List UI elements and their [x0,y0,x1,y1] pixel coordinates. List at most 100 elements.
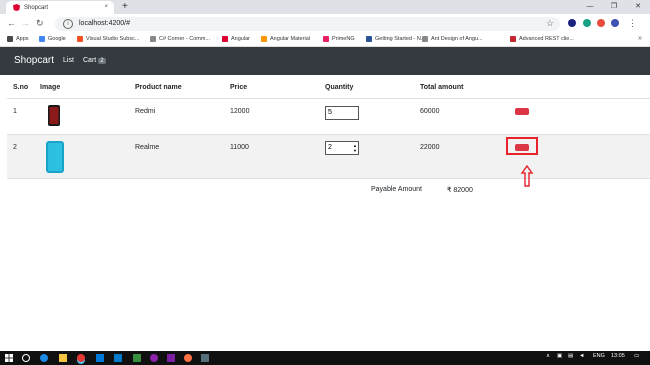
quantity-value: 5 [328,109,332,116]
vscode-icon[interactable] [114,354,122,362]
bookmark-favicon-icon [222,36,228,42]
firefox-icon[interactable] [184,354,192,362]
bookmark-favicon-icon [422,36,428,42]
app-navbar: Shopcart List Cart 2 [0,47,650,75]
bookmark-favicon-icon [150,36,156,42]
forward-icon[interactable]: → [21,18,30,28]
bookmark-label: Ant Design of Angu... [431,36,483,42]
bookmark-item[interactable]: Angular Material [261,36,310,42]
nav-cart-link[interactable]: Cart 2 [83,57,106,64]
payable-amount-value: ₹ 82000 [447,187,473,194]
bookmark-label: Google [48,36,66,42]
back-icon[interactable]: ← [7,18,16,28]
extension-icon[interactable] [597,19,605,27]
taskbar: ∧ ▣ ▤ ◄ ENG 13:05 ▭ [0,351,650,365]
quantity-input[interactable]: 2 ▲ ▼ [325,141,359,155]
maximize-button[interactable]: ❐ [602,0,626,14]
bookmark-item[interactable]: Advanced REST clie... [510,36,574,42]
search-icon[interactable] [22,354,30,362]
header-total-amount: Total amount [420,84,464,91]
close-window-button[interactable]: ✕ [626,0,650,14]
visual-studio-icon[interactable] [167,354,175,362]
row-sno: 2 [13,144,17,151]
edge-icon[interactable] [40,354,48,362]
payable-amount-label: Payable Amount [371,186,422,193]
divider [7,98,650,99]
reload-icon[interactable]: ↻ [36,18,44,29]
bookmark-item[interactable]: Getting Started - N... [366,36,425,42]
store-icon[interactable] [96,354,104,362]
tray-chevron-icon[interactable]: ∧ [546,353,550,359]
file-explorer-icon[interactable] [59,354,67,362]
bookmark-item[interactable]: Apps [7,36,29,42]
bookmark-item[interactable]: C# Corner - Comm... [150,36,210,42]
profile-avatar[interactable] [611,19,619,27]
new-tab-button[interactable]: + [122,1,128,13]
highlight-box [506,137,538,155]
bookmark-star-icon[interactable]: ☆ [546,18,554,29]
bookmark-label: Angular Material [270,36,311,42]
bookmarks-more-icon[interactable]: » [638,35,642,42]
tab-title: Shopcart [24,4,49,11]
header-price: Price [230,84,248,91]
site-info-icon[interactable]: i [63,19,73,29]
quantity-value: 2 [328,144,332,151]
menu-icon[interactable]: ⋮ [628,18,637,29]
header-product-name: Product name [135,84,182,91]
tray-app-icon[interactable]: ▣ [557,353,562,359]
angular-favicon-icon [13,4,20,11]
product-image [48,105,60,126]
language-indicator[interactable]: ENG [593,353,605,359]
volume-icon[interactable]: ◄ [579,353,584,359]
up-arrow-icon [520,165,534,187]
extension-icon[interactable] [583,19,591,27]
tab-strip: Shopcart × + — ❐ ✕ [0,0,650,14]
row-price: 11000 [230,144,249,151]
minimize-button[interactable]: — [578,0,602,14]
spinner-arrows-icon[interactable]: ▲ ▼ [353,143,357,153]
bookmark-label: Visual Studio Subsc... [86,36,140,42]
bookmark-favicon-icon [261,36,267,42]
delete-button[interactable] [515,108,529,115]
bookmark-item[interactable]: PrimeNG [323,36,355,42]
row-total: 60000 [420,108,440,115]
header-image: Image [40,84,61,91]
bookmark-favicon-icon [366,36,372,42]
bookmark-favicon-icon [39,36,45,42]
network-icon[interactable]: ▤ [568,353,573,359]
bookmark-label: PrimeNG [332,36,355,42]
bookmark-item[interactable]: Angular [222,36,250,42]
app-icon[interactable] [133,354,141,362]
bookmark-item[interactable]: Google [39,36,66,42]
chrome-icon[interactable] [77,354,85,362]
address-bar[interactable]: i localhost:4200/# ☆ [55,17,560,31]
row-total: 22000 [420,144,440,151]
tab-close-icon[interactable]: × [104,4,108,10]
row-product-name: Realme [135,144,160,151]
row-sno: 1 [13,108,17,115]
browser-tab[interactable]: Shopcart × [6,1,114,14]
header-quantity: Quantity [325,84,354,91]
bookmark-item[interactable]: Ant Design of Angu... [422,36,483,42]
notifications-icon[interactable]: ▭ [634,353,639,359]
clock[interactable]: 13:05 [611,353,625,359]
windows-start-icon[interactable] [5,354,13,362]
nav-list-link[interactable]: List [63,57,74,64]
bookmark-label: Getting Started - N... [375,36,426,42]
bookmarks-bar: Apps Google Visual Studio Subsc... C# Corne… [0,34,650,47]
bookmark-favicon-icon [77,36,83,42]
row-price: 12000 [230,108,250,115]
bookmark-label: Apps [16,36,29,42]
url-text[interactable]: localhost:4200/# [79,20,130,27]
app-icon[interactable] [201,354,209,362]
bookmark-label: C# Corner - Comm... [159,36,211,42]
extension-icon[interactable] [568,19,576,27]
bookmark-item[interactable]: Visual Studio Subsc... [77,36,139,42]
bookmark-favicon-icon [510,36,516,42]
brand-title[interactable]: Shopcart [14,55,54,66]
bookmark-label: Angular [231,36,250,42]
toolbar: ← → ↻ i localhost:4200/# ☆ [0,14,650,34]
window-controls: — ❐ ✕ [578,0,650,14]
quantity-input[interactable]: 5 [325,106,359,120]
teams-icon[interactable] [150,354,158,362]
